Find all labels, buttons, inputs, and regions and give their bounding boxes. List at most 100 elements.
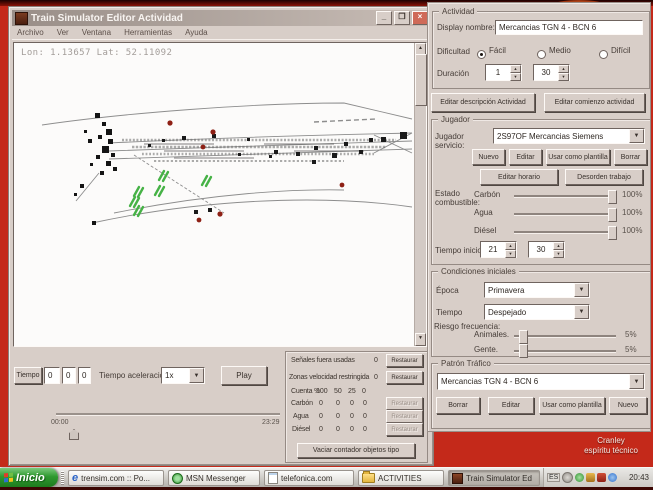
chevron-down-icon[interactable]: ▼ — [189, 368, 204, 383]
weather-dropdown[interactable]: Despejado ▼ — [484, 304, 590, 320]
playback-panel: Tiempo 0 0 0 Tiempo aceleracion 1x ▼ Pla… — [13, 349, 427, 465]
page-icon — [268, 472, 278, 484]
close-button[interactable]: × — [412, 11, 428, 25]
traffic-pattern-dropdown[interactable]: Mercancias TGN 4 - BCN 6 ▼ — [437, 373, 645, 390]
clear-counters-button[interactable]: Vaciar contador objetos tipo — [297, 443, 415, 458]
clock[interactable]: 20:43 — [629, 473, 649, 482]
timeline-track[interactable] — [56, 413, 280, 415]
spinner-arrows-icon[interactable]: ▲▼ — [510, 65, 521, 80]
start-button[interactable]: Inicio — [0, 468, 58, 487]
desktop-note-line2: espíritu técnico — [575, 446, 647, 456]
diesel-slider-track[interactable] — [514, 231, 616, 233]
difficulty-option-medio[interactable]: Medio — [537, 46, 571, 64]
start-minutes-spinner[interactable]: 30 ▲▼ — [528, 241, 565, 258]
animals-slider-thumb[interactable] — [519, 330, 528, 344]
chevron-down-icon[interactable]: ▼ — [629, 374, 644, 389]
taskbar-item-trensim[interactable]: e trensim.com :: Po... — [68, 470, 164, 486]
home-icon[interactable] — [586, 473, 595, 482]
menu-ayuda[interactable]: Ayuda — [185, 28, 208, 37]
duration-minutes-spinner[interactable]: 30 ▲▼ — [533, 64, 570, 81]
scroll-down-icon[interactable]: ▼ — [415, 333, 426, 346]
animals-slider-track[interactable] — [514, 335, 616, 337]
fuel-diesel-label: Diésel — [474, 226, 496, 235]
chevron-down-icon[interactable]: ▼ — [629, 129, 644, 143]
time-minutes-field[interactable]: 0 — [62, 367, 76, 384]
timeline-thumb[interactable] — [69, 429, 79, 440]
edit-timetable-button[interactable]: Editar horario — [480, 169, 558, 185]
menu-herramientas[interactable]: Herramientas — [124, 28, 172, 37]
radio-icon[interactable] — [537, 50, 546, 59]
coal-slider-track[interactable] — [514, 195, 616, 197]
volume-icon[interactable] — [562, 472, 573, 483]
traffic-delete-button[interactable]: Borrar — [436, 397, 480, 414]
taskbar-item-editor[interactable]: Train Simulator Ed — [448, 470, 540, 486]
menu-ventana[interactable]: Ventana — [82, 28, 111, 37]
chevron-down-icon[interactable]: ▼ — [574, 283, 589, 297]
accel-label: Tiempo aceleracion — [99, 371, 169, 380]
season-dropdown[interactable]: Primavera ▼ — [484, 282, 590, 298]
play-button[interactable]: Play — [221, 366, 267, 385]
water-reset-button[interactable]: Restaurar — [386, 410, 423, 423]
chevron-down-icon[interactable]: ▼ — [574, 305, 589, 319]
duration-hours-spinner[interactable]: 1 ▲▼ — [485, 64, 522, 81]
coal-slider-thumb[interactable] — [608, 190, 617, 204]
signals-label: Señales fuera usadas — [291, 357, 355, 364]
water-slider-track[interactable] — [514, 213, 616, 215]
quicklaunch-handle[interactable] — [61, 471, 64, 485]
spinner-arrows-icon[interactable]: ▲▼ — [558, 65, 569, 80]
service-delete-button[interactable]: Borrar — [614, 149, 647, 165]
edit-description-button[interactable]: Editar descripción Actividad — [431, 93, 535, 112]
scrollbar-thumb[interactable] — [415, 54, 427, 106]
diesel-row-label: Diésel — [292, 426, 310, 433]
messenger-icon[interactable] — [575, 473, 584, 482]
signals-reset-button[interactable]: Restaurar — [386, 354, 423, 367]
people-slider-thumb[interactable] — [519, 344, 528, 358]
spinner-arrows-icon[interactable]: ▲▼ — [505, 242, 516, 257]
titlebar[interactable]: Train Simulator Editor Actividad _ ❐ × — [12, 10, 430, 26]
diesel-slider-thumb[interactable] — [608, 226, 617, 240]
diesel-reset-button[interactable]: Restaurar — [386, 423, 423, 436]
traffic-template-button[interactable]: Usar como plantilla — [539, 397, 605, 414]
tiempo-button[interactable]: Tiempo — [14, 367, 42, 384]
route-map-canvas[interactable] — [14, 43, 414, 346]
radio-icon[interactable] — [599, 50, 608, 59]
route-map-viewport[interactable]: Lon: 1.13657 Lat: 52.11092 — [13, 42, 427, 347]
map-vertical-scrollbar[interactable]: ▲ ▼ — [414, 43, 426, 346]
desktop-icon-label[interactable]: Cranley espíritu técnico — [575, 436, 647, 456]
radio-selected-icon[interactable] — [477, 50, 486, 59]
time-seconds-field[interactable]: 0 — [78, 367, 91, 384]
service-template-button[interactable]: Usar como plantilla — [546, 149, 610, 165]
timeline-end: 23:29 — [262, 419, 280, 426]
traffic-edit-button[interactable]: Editar — [488, 397, 534, 414]
taskbar-item-telefonica[interactable]: telefonica.com — [264, 470, 354, 486]
taskbar-item-activities[interactable]: ACTIVITIES — [358, 470, 444, 486]
language-indicator[interactable]: ES — [547, 473, 560, 482]
service-edit-button[interactable]: Editar — [509, 149, 542, 165]
menu-ver[interactable]: Ver — [57, 28, 69, 37]
service-new-button[interactable]: Nuevo — [472, 149, 505, 165]
accel-dropdown[interactable]: 1x ▼ — [161, 367, 205, 384]
display-name-input[interactable]: Mercancias TGN 4 - BCN 6 — [495, 20, 643, 35]
people-label: Gente. — [474, 345, 498, 354]
spinner-arrows-icon[interactable]: ▲▼ — [553, 242, 564, 257]
difficulty-option-dificil[interactable]: Difícil — [599, 46, 631, 64]
traffic-new-button[interactable]: Nuevo — [609, 397, 647, 414]
people-slider-track[interactable] — [514, 350, 616, 352]
coal-percent: 100% — [622, 190, 642, 199]
water-slider-thumb[interactable] — [608, 208, 617, 222]
player-service-dropdown[interactable]: 2S97OF Mercancias Siemens ▼ — [493, 128, 645, 144]
start-hours-spinner[interactable]: 21 ▲▼ — [480, 241, 517, 258]
menu-archivo[interactable]: Archivo — [17, 28, 44, 37]
time-hours-field[interactable]: 0 — [44, 367, 60, 384]
diesel-percent: 100% — [622, 226, 642, 235]
speed-zones-reset-button[interactable]: Restaurar — [386, 371, 423, 384]
taskbar-item-msn[interactable]: MSN Messenger — [168, 470, 260, 486]
edit-briefing-button[interactable]: Editar comienzo actividad — [544, 93, 645, 112]
minimize-button[interactable]: _ — [376, 11, 392, 25]
shunt-work-button[interactable]: Desorden trabajo — [565, 169, 643, 185]
difficulty-option-facil[interactable]: Fácil — [477, 46, 506, 64]
maximize-button[interactable]: ❐ — [394, 11, 410, 25]
antivirus-icon[interactable] — [597, 473, 606, 482]
coal-reset-button[interactable]: Restaurar — [386, 397, 423, 410]
network-icon[interactable] — [608, 473, 617, 482]
